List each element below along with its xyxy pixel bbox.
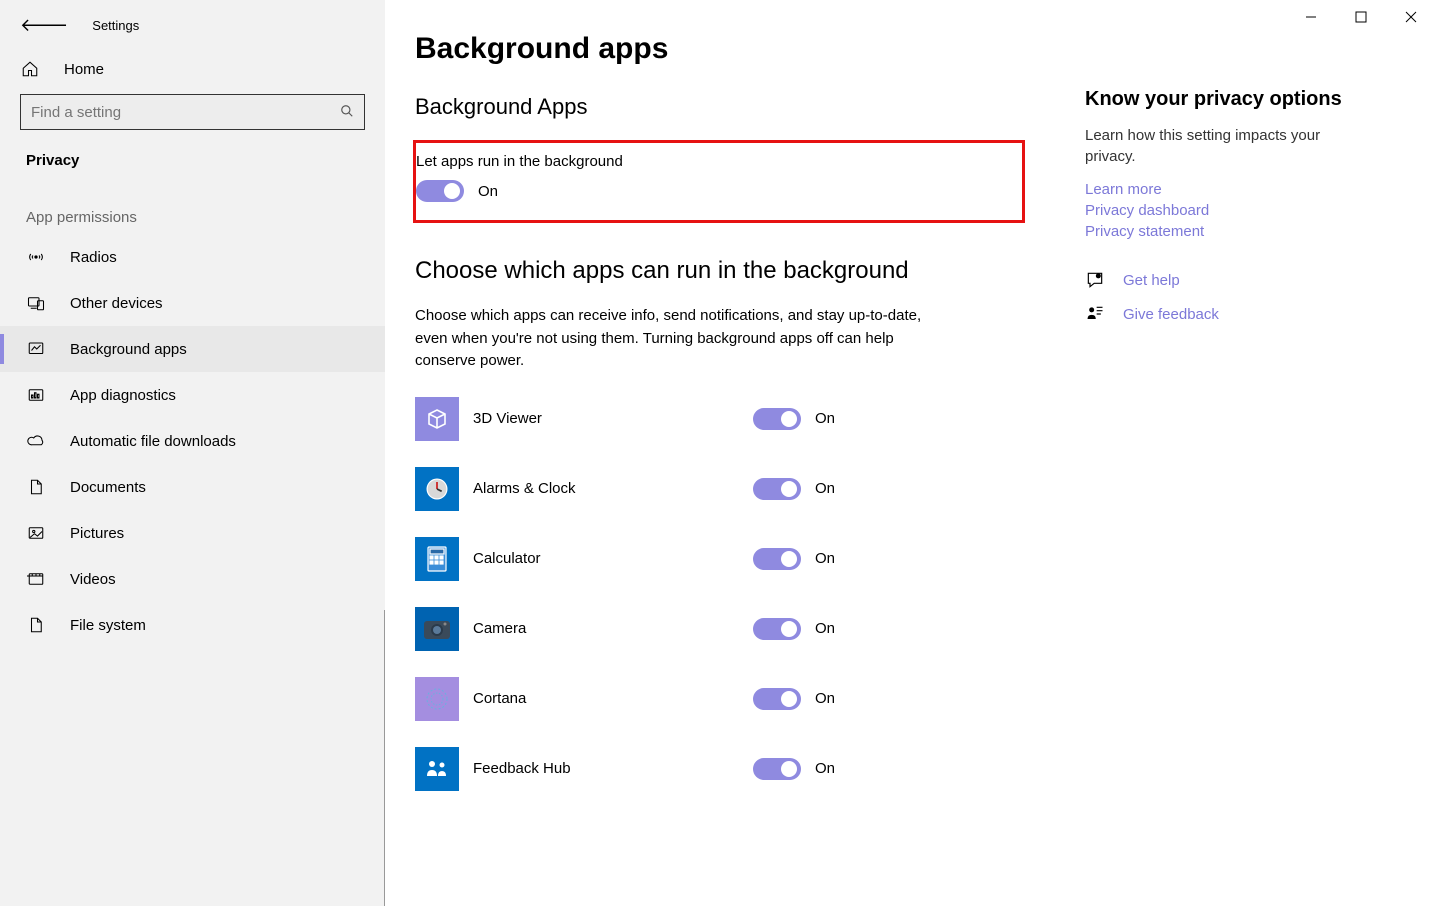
app-name: Feedback Hub xyxy=(473,760,753,777)
highlighted-master-toggle: Let apps run in the background On xyxy=(413,140,1025,223)
app-toggle[interactable] xyxy=(753,408,801,430)
app-name: Calculator xyxy=(473,550,753,567)
home-nav[interactable]: Home xyxy=(0,48,385,90)
app-row: 3D Viewer On xyxy=(415,397,1025,441)
sidebar-item-documents[interactable]: Documents xyxy=(0,464,385,510)
feedback-icon xyxy=(1085,304,1105,324)
link-get-help[interactable]: Get help xyxy=(1123,272,1180,289)
sidebar-item-label: Documents xyxy=(70,479,146,496)
home-label: Home xyxy=(64,61,104,78)
app-toggle-state: On xyxy=(815,550,835,567)
app-name: Alarms & Clock xyxy=(473,480,753,497)
app-icon xyxy=(415,607,459,651)
file-system-icon xyxy=(26,616,46,634)
app-toggle[interactable] xyxy=(753,758,801,780)
sidebar-item-background-apps[interactable]: Background apps xyxy=(0,326,385,372)
sidebar-item-label: Videos xyxy=(70,571,116,588)
app-row: Camera On xyxy=(415,607,1025,651)
devices-icon xyxy=(26,294,46,312)
sidebar-item-label: Radios xyxy=(70,249,117,266)
home-icon xyxy=(20,60,40,78)
videos-icon xyxy=(26,570,46,588)
sidebar: 🡐 Settings Home Privacy App permissions xyxy=(0,0,385,906)
cloud-icon xyxy=(26,432,46,450)
window-title: Settings xyxy=(92,18,139,33)
sidebar-item-other-devices[interactable]: Other devices xyxy=(0,280,385,326)
app-toggle-state: On xyxy=(815,480,835,497)
app-toggle-state: On xyxy=(815,410,835,427)
search-icon xyxy=(340,104,354,121)
app-toggle[interactable] xyxy=(753,548,801,570)
app-name: Cortana xyxy=(473,690,753,707)
search-input-wrap[interactable] xyxy=(20,94,365,130)
app-icon xyxy=(415,747,459,791)
sidebar-item-auto-downloads[interactable]: Automatic file downloads xyxy=(0,418,385,464)
app-row: Calculator On xyxy=(415,537,1025,581)
maximize-button[interactable] xyxy=(1336,0,1386,34)
app-toggle[interactable] xyxy=(753,688,801,710)
link-give-feedback[interactable]: Give feedback xyxy=(1123,306,1219,323)
app-row: Cortana On xyxy=(415,677,1025,721)
master-toggle-label: Let apps run in the background xyxy=(416,153,1008,170)
minimize-button[interactable] xyxy=(1286,0,1336,34)
sidebar-item-label: Automatic file downloads xyxy=(70,433,236,450)
document-icon xyxy=(26,478,46,496)
radios-icon xyxy=(26,248,46,266)
app-toggle[interactable] xyxy=(753,478,801,500)
sidebar-item-label: Other devices xyxy=(70,295,163,312)
sidebar-item-label: File system xyxy=(70,617,146,634)
sidebar-item-label: Pictures xyxy=(70,525,124,542)
link-privacy-dashboard[interactable]: Privacy dashboard xyxy=(1085,202,1365,219)
app-toggle-state: On xyxy=(815,760,835,777)
category-label: Privacy xyxy=(0,140,385,175)
background-apps-icon xyxy=(26,340,46,358)
back-button[interactable]: 🡐 xyxy=(20,16,68,34)
link-privacy-statement[interactable]: Privacy statement xyxy=(1085,223,1365,240)
link-learn-more[interactable]: Learn more xyxy=(1085,181,1365,198)
sidebar-item-file-system[interactable]: File system xyxy=(0,602,385,648)
app-row: Feedback Hub On xyxy=(415,747,1025,791)
sidebar-item-label: App diagnostics xyxy=(70,387,176,404)
app-icon xyxy=(415,537,459,581)
app-icon xyxy=(415,677,459,721)
app-name: 3D Viewer xyxy=(473,410,753,427)
app-toggle-state: On xyxy=(815,620,835,637)
sidebar-item-pictures[interactable]: Pictures xyxy=(0,510,385,556)
page-title: Background apps xyxy=(415,32,1025,66)
section-heading-2: Choose which apps can run in the backgro… xyxy=(415,257,1025,285)
diagnostics-icon xyxy=(26,386,46,404)
close-button[interactable] xyxy=(1386,0,1436,34)
pictures-icon xyxy=(26,524,46,542)
help-icon xyxy=(1085,270,1105,290)
sidebar-item-app-diagnostics[interactable]: App diagnostics xyxy=(0,372,385,418)
app-icon xyxy=(415,397,459,441)
right-desc: Learn how this setting impacts your priv… xyxy=(1085,125,1365,167)
right-heading: Know your privacy options xyxy=(1085,88,1365,111)
master-toggle[interactable] xyxy=(416,180,464,202)
sidebar-item-radios[interactable]: Radios xyxy=(0,234,385,280)
section-label: App permissions xyxy=(0,175,385,234)
sidebar-item-videos[interactable]: Videos xyxy=(0,556,385,602)
search-input[interactable] xyxy=(31,104,340,121)
master-toggle-state: On xyxy=(478,183,498,200)
app-toggle[interactable] xyxy=(753,618,801,640)
main-content: Background apps Background Apps Let apps… xyxy=(385,0,1436,906)
section-description: Choose which apps can receive info, send… xyxy=(415,305,955,373)
app-toggle-state: On xyxy=(815,690,835,707)
section-heading-1: Background Apps xyxy=(415,94,1025,120)
app-row: Alarms & Clock On xyxy=(415,467,1025,511)
sidebar-item-label: Background apps xyxy=(70,341,187,358)
app-icon xyxy=(415,467,459,511)
app-name: Camera xyxy=(473,620,753,637)
